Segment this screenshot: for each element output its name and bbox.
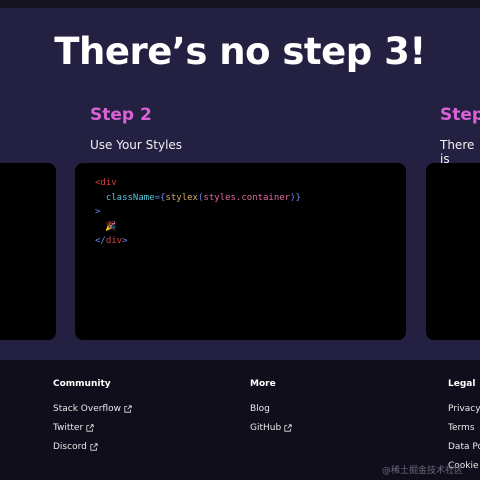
party-popper-icon: 🎉	[105, 222, 117, 232]
step-3-title: Step	[440, 105, 480, 125]
link-label: Data Po	[448, 442, 480, 452]
code-token: div	[105, 236, 123, 246]
external-link-icon	[90, 443, 98, 451]
link-label: Terms	[448, 423, 475, 433]
external-link-icon	[124, 405, 132, 413]
footer-heading-community: Community	[53, 379, 111, 389]
footer-link-discord[interactable]: Discord	[53, 442, 98, 452]
code-token: </	[95, 236, 106, 246]
link-label: Twitter	[53, 423, 84, 433]
footer-link-github[interactable]: GitHub	[250, 423, 292, 433]
code-token: >	[95, 207, 101, 217]
external-link-icon	[284, 424, 292, 432]
footer-link-terms[interactable]: Terms	[448, 423, 475, 433]
footer-link-stack-overflow[interactable]: Stack Overflow	[53, 404, 132, 414]
footer-heading-more: More	[250, 379, 276, 389]
code-token: div	[100, 178, 117, 188]
footer-link-twitter[interactable]: Twitter	[53, 423, 94, 433]
code-panel-left	[0, 163, 56, 340]
top-strip	[0, 0, 480, 8]
link-label: Discord	[53, 442, 87, 452]
code-snippet: <div className={stylex(styles.container)…	[95, 176, 301, 249]
link-label: GitHub	[250, 423, 282, 433]
code-panel-right	[426, 163, 480, 340]
code-token: stylex	[165, 192, 198, 203]
code-token: >	[122, 236, 128, 246]
step-3-description: There is	[440, 138, 475, 166]
external-link-icon	[86, 424, 94, 432]
code-token: }	[295, 192, 301, 203]
footer	[0, 360, 480, 480]
footer-link-privacy[interactable]: Privacy	[448, 404, 480, 414]
step-2-title: Step 2	[90, 105, 152, 125]
code-token: className	[105, 192, 155, 203]
watermark: @稀土掘金技术社区	[382, 466, 464, 476]
footer-heading-legal: Legal	[448, 379, 476, 389]
link-label: Blog	[250, 404, 270, 414]
footer-link-blog[interactable]: Blog	[250, 404, 270, 414]
hero-title: There’s no step 3!	[54, 30, 426, 73]
link-label: Privacy	[448, 404, 480, 414]
link-label: Stack Overflow	[53, 404, 121, 414]
code-token: styles.container	[203, 192, 291, 203]
footer-link-data-policy[interactable]: Data Po	[448, 442, 480, 452]
step-2-description: Use Your Styles	[90, 138, 183, 152]
